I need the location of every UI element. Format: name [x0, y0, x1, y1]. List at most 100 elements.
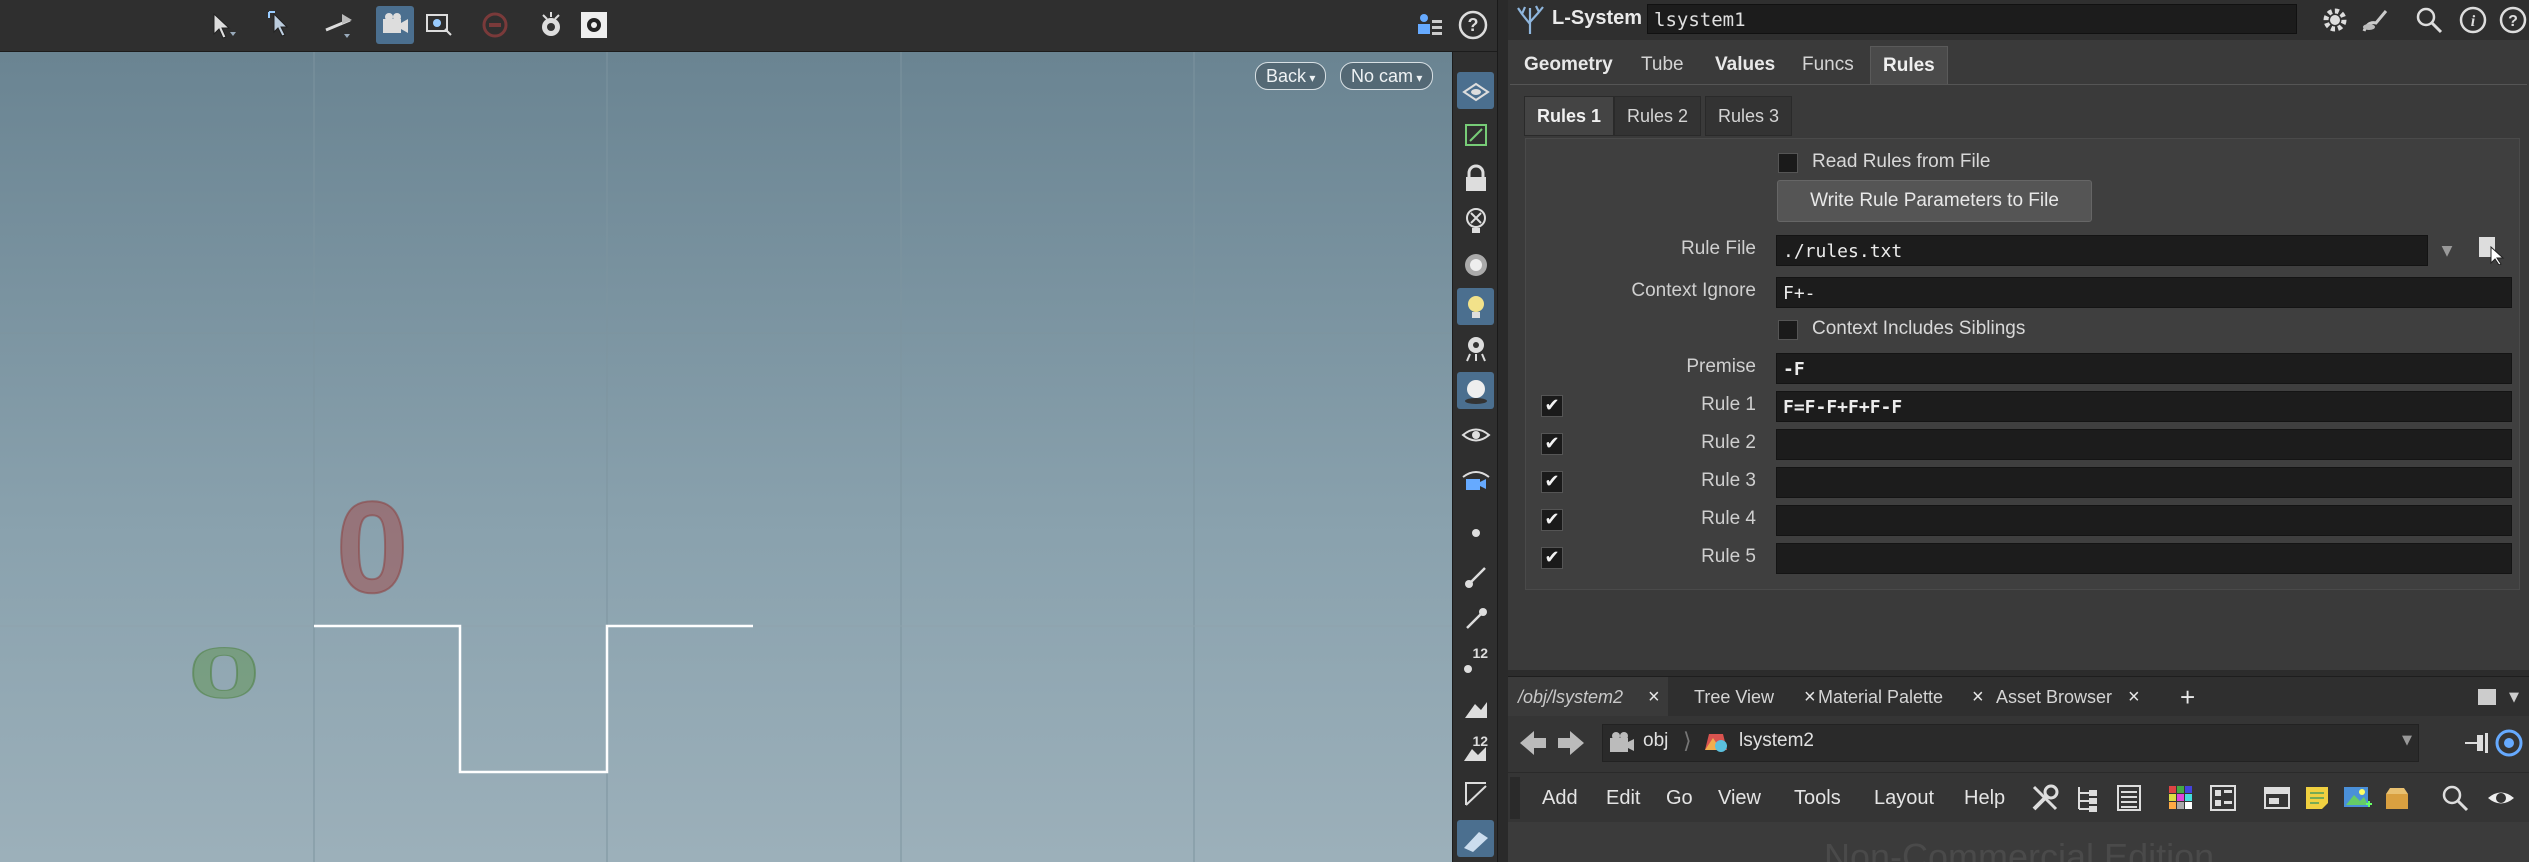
- network-box-icon[interactable]: [2260, 781, 2294, 815]
- select-tool-icon[interactable]: [206, 6, 244, 44]
- vertex-numbers-icon[interactable]: 12: [1457, 730, 1494, 767]
- tab-asset-browser-label: Asset Browser: [1996, 687, 2113, 707]
- point-numbers-icon[interactable]: 12: [1457, 642, 1494, 679]
- light-off-icon[interactable]: [1457, 202, 1494, 239]
- menu-add[interactable]: Add: [1542, 773, 1578, 823]
- node-name-field[interactable]: lsystem1: [1647, 4, 2297, 34]
- sticky-note-icon[interactable]: [2300, 781, 2334, 815]
- tab-asset-browser[interactable]: Asset Browser ×: [1986, 677, 2156, 717]
- normals-icon[interactable]: [1457, 774, 1494, 811]
- color-palette-icon[interactable]: [2164, 781, 2198, 815]
- node-header: L-System lsystem1 i ?: [1508, 0, 2529, 40]
- rule-field[interactable]: [1776, 429, 2512, 460]
- read-rules-checkbox[interactable]: [1778, 153, 1798, 173]
- close-icon[interactable]: ×: [2128, 677, 2140, 717]
- help-icon[interactable]: ?: [2496, 3, 2529, 37]
- gear-icon[interactable]: [2318, 3, 2352, 37]
- snap-camera-icon[interactable]: [376, 6, 414, 44]
- select-mode-icon[interactable]: [264, 6, 302, 44]
- viewport-toolbar: ?: [0, 0, 1500, 52]
- close-icon[interactable]: ×: [1648, 677, 1660, 717]
- subtab-rules-1[interactable]: Rules 1: [1524, 96, 1615, 136]
- rule-field[interactable]: [1776, 467, 2512, 498]
- rule-file-field[interactable]: ./rules.txt: [1776, 235, 2428, 266]
- tab-geometry[interactable]: Geometry: [1512, 46, 1625, 84]
- scene-viewport[interactable]: 0 0 Back ▾ No cam ▾: [0, 52, 1452, 862]
- path-root-label[interactable]: obj: [1643, 730, 1668, 752]
- menu-edit[interactable]: Edit: [1606, 773, 1640, 823]
- pin-icon[interactable]: [2462, 728, 2492, 758]
- path-node-label[interactable]: lsystem2: [1739, 730, 1814, 752]
- render-icon[interactable]: [532, 6, 570, 44]
- link-icon[interactable]: [2492, 726, 2526, 760]
- write-rules-button[interactable]: Write Rule Parameters to File: [1777, 180, 2092, 222]
- tab-values[interactable]: Values: [1703, 46, 1787, 84]
- network-path-field[interactable]: obj ⟩ lsystem2 ▼: [1602, 724, 2419, 762]
- context-siblings-checkbox[interactable]: [1778, 320, 1798, 340]
- context-ignore-field[interactable]: F+-: [1776, 277, 2512, 308]
- stop-icon[interactable]: [476, 6, 514, 44]
- rule-label: Rule 4: [1701, 508, 1756, 529]
- display-options-icon[interactable]: [1410, 6, 1448, 44]
- network-tab-bar: /obj/lsystem2 × Tree View × Material Pal…: [1508, 676, 2529, 717]
- transform-handle-icon[interactable]: [320, 6, 358, 44]
- subtab-rules-2[interactable]: Rules 2: [1614, 96, 1702, 136]
- chevron-down-icon[interactable]: ▼: [2504, 685, 2524, 709]
- network-menu-bar: Add Edit Go View Tools Layout Help: [1508, 772, 2529, 823]
- frame-view-icon[interactable]: [420, 6, 458, 44]
- tab-network-path[interactable]: /obj/lsystem2 ×: [1508, 677, 1668, 717]
- eye-icon[interactable]: [2484, 781, 2518, 815]
- shape-palette-icon[interactable]: [2206, 781, 2240, 815]
- back-arrow-icon[interactable]: [1516, 726, 1550, 760]
- add-tab-icon[interactable]: +: [2170, 677, 2210, 717]
- menu-go[interactable]: Go: [1666, 773, 1693, 823]
- viewport-side-toolbar: 12 12: [1452, 52, 1498, 862]
- menu-view[interactable]: View: [1718, 773, 1761, 823]
- menu-layout[interactable]: Layout: [1874, 773, 1934, 823]
- back-view-menu[interactable]: Back ▾: [1255, 62, 1327, 90]
- search-icon[interactable]: [2438, 781, 2472, 815]
- rule-label: Rule 3: [1701, 470, 1756, 491]
- render-settings-icon[interactable]: [575, 6, 613, 44]
- file-chooser-icon[interactable]: [2474, 232, 2506, 266]
- search-icon[interactable]: [2412, 3, 2446, 37]
- vertex-display-icon[interactable]: [1457, 600, 1494, 637]
- premise-field[interactable]: -F: [1776, 353, 2512, 384]
- menu-collapse-handle[interactable]: [1510, 777, 1520, 819]
- tab-material-palette-label: Material Palette: [1818, 687, 1944, 707]
- tree-icon[interactable]: [2070, 781, 2104, 815]
- camera-menu[interactable]: No cam ▾: [1340, 62, 1434, 90]
- chevron-down-icon[interactable]: ▼: [2432, 235, 2462, 266]
- snap-icon[interactable]: [1457, 116, 1494, 153]
- background-image-icon[interactable]: [2340, 781, 2374, 815]
- help-icon[interactable]: ?: [1454, 6, 1492, 44]
- guides-icon[interactable]: [1457, 820, 1494, 857]
- close-icon[interactable]: ×: [1972, 677, 1984, 717]
- tab-tube[interactable]: Tube: [1629, 46, 1696, 84]
- wrench-icon[interactable]: [2028, 781, 2062, 815]
- chevron-down-icon[interactable]: ▼: [2402, 733, 2412, 748]
- menu-tools[interactable]: Tools: [1794, 773, 1841, 823]
- forward-arrow-icon[interactable]: [1554, 726, 1588, 760]
- lsystem-node-icon: [1701, 729, 1731, 757]
- lock-camera-icon[interactable]: [1457, 160, 1494, 197]
- tab-funcs[interactable]: Funcs: [1790, 46, 1866, 84]
- tab-divider: [1510, 84, 2527, 85]
- rule-field[interactable]: F=F-F+F+F-F: [1776, 391, 2512, 422]
- subtab-rules-3[interactable]: Rules 3: [1705, 96, 1793, 136]
- info-icon[interactable]: i: [2456, 3, 2490, 37]
- network-canvas[interactable]: Non-Commercial Edition: [1508, 822, 2529, 862]
- brush-icon[interactable]: [2358, 3, 2392, 37]
- menu-help[interactable]: Help: [1964, 773, 2005, 823]
- tab-rules[interactable]: Rules: [1870, 46, 1948, 85]
- list-view-icon[interactable]: [2112, 781, 2146, 815]
- path-separator: ⟩: [1683, 729, 1692, 754]
- maximize-icon[interactable]: [2478, 689, 2496, 705]
- rule-field[interactable]: [1776, 505, 2512, 536]
- ghost-objects-icon[interactable]: [1457, 72, 1494, 109]
- vertex-numbers-badge: 12: [1472, 732, 1489, 749]
- rule-field[interactable]: [1776, 543, 2512, 574]
- subnet-box-icon[interactable]: [2380, 781, 2414, 815]
- primitive-numbers-icon[interactable]: [1457, 688, 1494, 725]
- axis-label-x: 0: [335, 474, 409, 620]
